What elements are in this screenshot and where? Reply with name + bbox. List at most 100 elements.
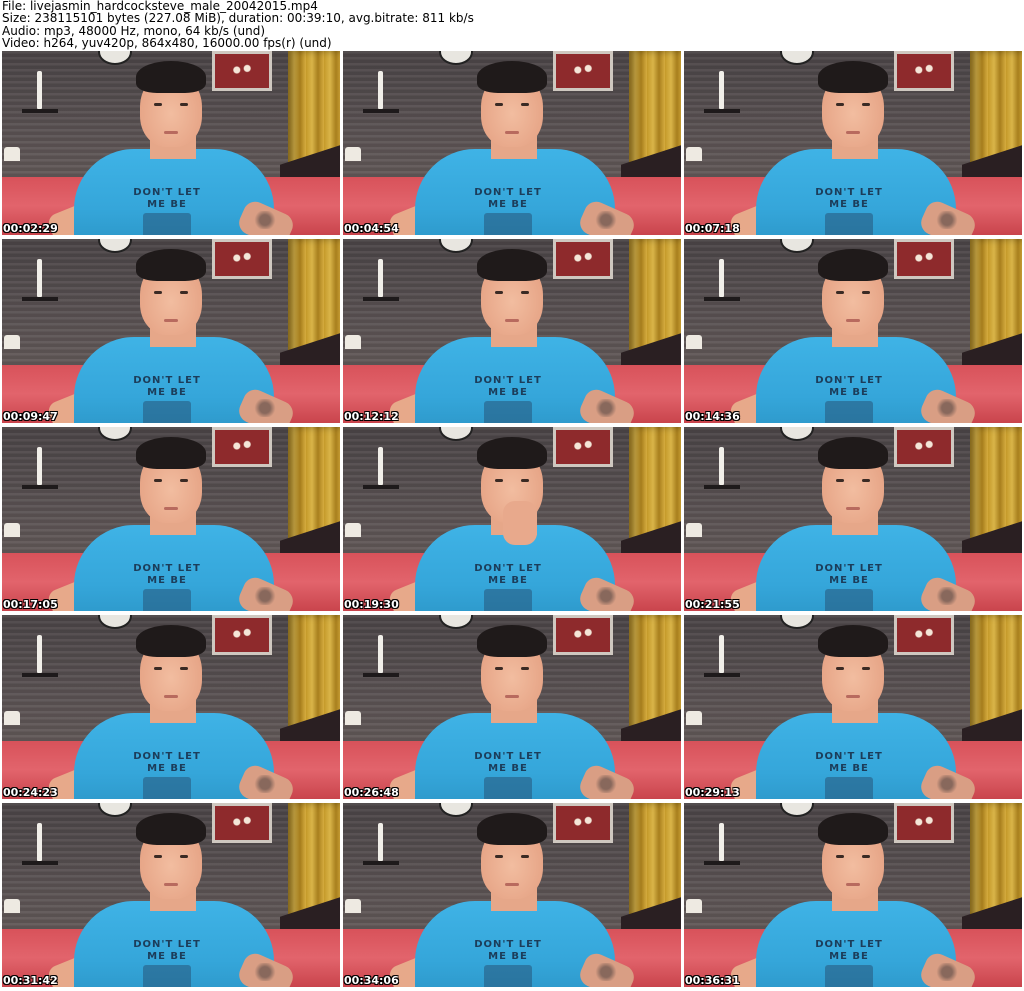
vase [378, 447, 383, 485]
mouth [164, 131, 178, 134]
eye [521, 479, 529, 482]
hair [818, 625, 888, 657]
hair [477, 61, 547, 93]
shirt-print-image [143, 777, 191, 799]
thumbnail-timestamp: 00:34:06 [344, 974, 399, 987]
eye [521, 103, 529, 106]
shirt-print-image [484, 589, 532, 611]
mouth [846, 319, 860, 322]
eye [495, 103, 503, 106]
wall-shelf [22, 485, 58, 489]
arm-tattoo [250, 963, 280, 981]
eye [154, 855, 162, 858]
video-thumbnail[interactable]: DON'T LET ME BE 00:14:36 [684, 239, 1022, 423]
shirt-print: DON'T LET ME BE [463, 751, 553, 799]
hair [136, 61, 206, 93]
video-thumbnail[interactable]: DON'T LET ME BE 00:19:30 [343, 427, 681, 611]
person: DON'T LET ME BE [386, 59, 638, 235]
thumbnail-timestamp: 00:31:42 [3, 974, 58, 987]
thumbnail-timestamp: 00:14:36 [685, 410, 740, 423]
shirt-print-text: DON'T LET ME BE [815, 375, 883, 398]
video-thumbnail[interactable]: DON'T LET ME BE 00:07:18 [684, 51, 1022, 235]
shirt-print-text: DON'T LET ME BE [133, 751, 201, 774]
video-thumbnail[interactable]: DON'T LET ME BE 00:26:48 [343, 615, 681, 799]
mouth [505, 319, 519, 322]
person: DON'T LET ME BE [386, 247, 638, 423]
lamp [345, 899, 361, 913]
arm-tattoo [932, 587, 962, 605]
eye [862, 291, 870, 294]
contact-sheet: { "header": { "file_line": "File: liveja… [0, 0, 1024, 991]
eye [154, 103, 162, 106]
thumbnail-timestamp: 00:29:13 [685, 786, 740, 799]
lamp [4, 523, 20, 537]
wall-shelf [363, 673, 399, 677]
shirt-print-image [825, 965, 873, 987]
mouth [846, 883, 860, 886]
video-thumbnail[interactable]: DON'T LET ME BE 00:09:47 [2, 239, 340, 423]
shirt-print-image [143, 213, 191, 235]
shirt-print: DON'T LET ME BE [122, 939, 212, 987]
video-thumbnail[interactable]: DON'T LET ME BE 00:02:29 [2, 51, 340, 235]
shirt-print: DON'T LET ME BE [463, 187, 553, 235]
shirt-print: DON'T LET ME BE [122, 375, 212, 423]
hair [477, 813, 547, 845]
person: DON'T LET ME BE [727, 247, 979, 423]
eye [836, 479, 844, 482]
video-thumbnail[interactable]: DON'T LET ME BE 00:17:05 [2, 427, 340, 611]
video-thumbnail[interactable]: DON'T LET ME BE 00:24:23 [2, 615, 340, 799]
vase [719, 259, 724, 297]
hair [136, 625, 206, 657]
eye [521, 855, 529, 858]
video-thumbnail[interactable]: DON'T LET ME BE 00:36:31 [684, 803, 1022, 987]
vase [719, 823, 724, 861]
wall-shelf [363, 861, 399, 865]
shirt-print-text: DON'T LET ME BE [815, 751, 883, 774]
video-thumbnail[interactable]: DON'T LET ME BE 00:21:55 [684, 427, 1022, 611]
video-thumbnail[interactable]: DON'T LET ME BE 00:31:42 [2, 803, 340, 987]
arm-tattoo [250, 775, 280, 793]
shirt-print-text: DON'T LET ME BE [133, 939, 201, 962]
arm-tattoo [591, 587, 621, 605]
video-thumbnail[interactable]: DON'T LET ME BE 00:34:06 [343, 803, 681, 987]
hair [818, 249, 888, 281]
eye [495, 291, 503, 294]
eye [836, 103, 844, 106]
video-thumbnail[interactable]: DON'T LET ME BE 00:12:12 [343, 239, 681, 423]
shirt-print: DON'T LET ME BE [804, 375, 894, 423]
lamp [686, 335, 702, 349]
person: DON'T LET ME BE [386, 811, 638, 987]
shirt-print-text: DON'T LET ME BE [474, 563, 542, 586]
hair [477, 437, 547, 469]
video-thumbnail[interactable]: DON'T LET ME BE 00:29:13 [684, 615, 1022, 799]
lamp [686, 147, 702, 161]
arm-tattoo [932, 963, 962, 981]
lamp [345, 335, 361, 349]
shirt-print: DON'T LET ME BE [804, 187, 894, 235]
eye [862, 479, 870, 482]
video-thumbnail[interactable]: DON'T LET ME BE 00:04:54 [343, 51, 681, 235]
mouth [164, 883, 178, 886]
vase [719, 447, 724, 485]
thumbnail-timestamp: 00:04:54 [344, 222, 399, 235]
thumbnail-grid: DON'T LET ME BE 00:02:29 DON'T LET ME BE 00… [2, 51, 1022, 989]
eye [154, 667, 162, 670]
shirt-print-image [143, 401, 191, 423]
lamp [345, 523, 361, 537]
thumbnail-timestamp: 00:24:23 [3, 786, 58, 799]
shirt-print-image [825, 589, 873, 611]
arm-tattoo [250, 587, 280, 605]
hand-on-face [503, 501, 537, 545]
shirt-print-text: DON'T LET ME BE [133, 563, 201, 586]
thumbnail-timestamp: 00:19:30 [344, 598, 399, 611]
mouth [164, 507, 178, 510]
mouth [164, 319, 178, 322]
person: DON'T LET ME BE [45, 435, 297, 611]
wall-shelf [22, 297, 58, 301]
eye [836, 855, 844, 858]
shirt-print-image [484, 777, 532, 799]
lamp [4, 899, 20, 913]
thumbnail-timestamp: 00:12:12 [344, 410, 399, 423]
arm-tattoo [250, 211, 280, 229]
shirt-print: DON'T LET ME BE [463, 939, 553, 987]
